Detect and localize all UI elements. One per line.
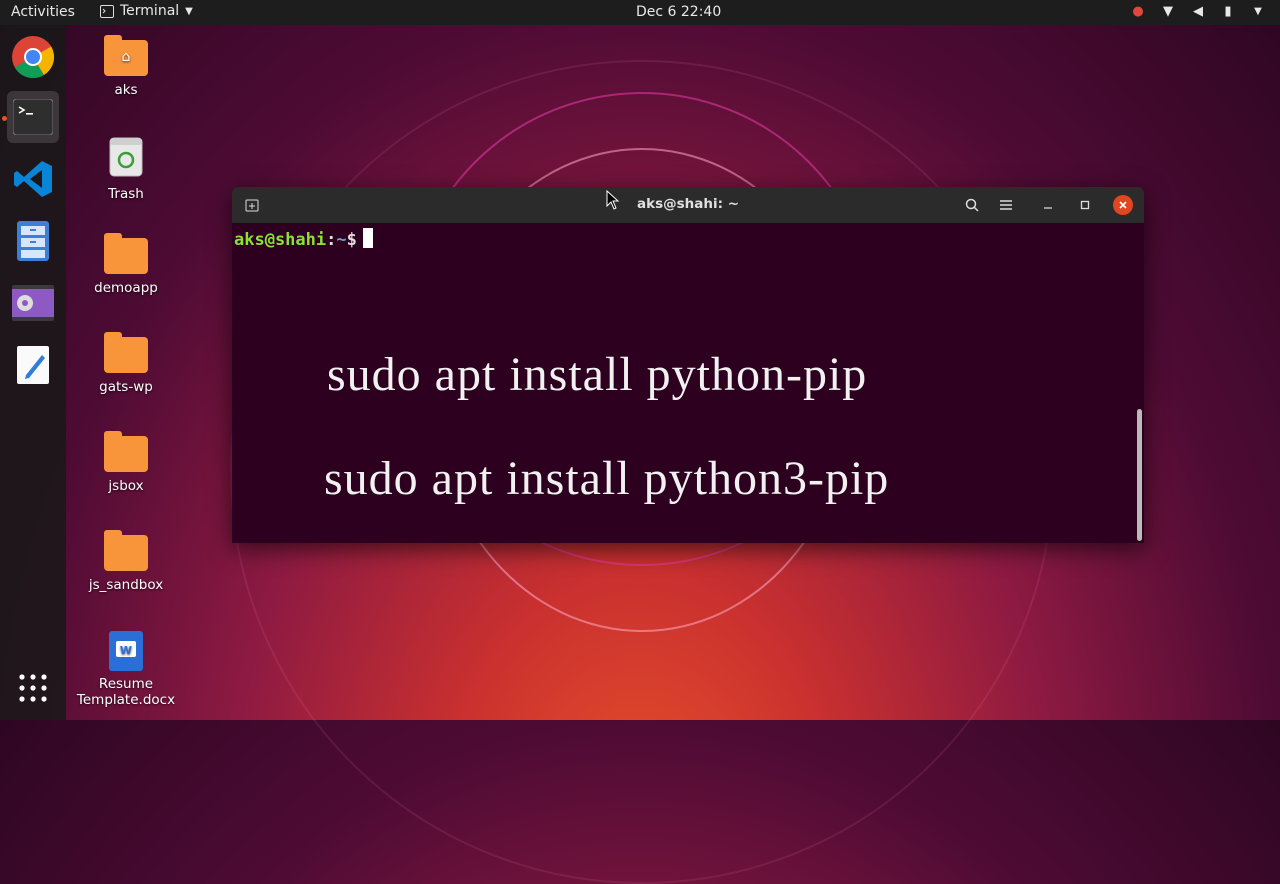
overlay-command-1: sudo apt install python-pip [327,348,868,401]
activities-button[interactable]: Activities [11,4,75,20]
close-button[interactable] [1113,195,1133,215]
chrome-icon [12,36,55,79]
minimize-button[interactable] [1037,194,1059,216]
search-icon [965,198,979,212]
desktop-icon-gats-wp[interactable]: gats-wp [76,332,176,395]
desktop-icon-label: js_sandbox [88,577,164,593]
text-editor-icon [17,346,49,384]
terminal-scrollbar[interactable] [1137,409,1142,541]
terminal-icon [13,99,53,135]
folder-icon [104,332,148,373]
close-icon [1119,201,1127,209]
dock-terminal[interactable] [7,91,59,143]
search-button[interactable] [961,194,983,216]
dock-video-player[interactable] [7,277,59,329]
wifi-icon[interactable]: ▼ [1160,4,1176,20]
chevron-down-icon[interactable]: ▼ [1250,4,1266,20]
app-menu[interactable]: Terminal ▼ [100,3,193,19]
volume-icon[interactable]: ◀ [1190,4,1206,20]
hamburger-menu-icon [1000,200,1012,210]
folder-icon [104,233,148,274]
vscode-icon [14,161,52,197]
word-document-icon: W [109,631,143,671]
desktop-icon-js-sandbox[interactable]: js_sandbox [76,530,176,593]
terminal-icon [100,4,114,18]
folder-icon [104,530,148,571]
top-bar: Activities Terminal ▼ Dec 6 22:40 ● ▼ ◀ … [0,0,1280,25]
terminal-window[interactable]: aks@shahi: ~ aks@shahi:~$ sudo apt insta… [232,187,1144,543]
system-tray[interactable]: ● ▼ ◀ ▮ ▼ [1130,4,1266,20]
clock[interactable]: Dec 6 22:40 [636,4,721,20]
dock-files[interactable] [7,215,59,267]
terminal-content[interactable]: aks@shahi:~$ sudo apt install python-pip… [232,223,1144,543]
show-applications-button[interactable] [18,673,48,703]
mouse-pointer-icon [606,190,620,210]
file-cabinet-icon [17,221,49,261]
minimize-icon [1044,207,1052,209]
desktop-icon-label: Trash [108,186,144,202]
prompt-path: ~ [336,230,347,250]
desktop-icon-home[interactable]: ⌂ aks [76,35,176,98]
home-folder-icon: ⌂ [104,35,148,76]
trash-icon [109,137,143,177]
prompt-user: aks@shahi [234,230,327,250]
dock [0,25,66,720]
video-player-icon [12,285,54,321]
dock-text-editor[interactable] [7,339,59,391]
desktop-icon-label: gats-wp [99,379,153,395]
desktop-icon-trash[interactable]: Trash [76,136,176,202]
maximize-icon [1080,200,1090,210]
desktop-icon-label: demoapp [94,280,158,296]
prompt-separator: : [326,230,337,250]
terminal-header-bar[interactable]: aks@shahi: ~ [232,187,1144,223]
app-menu-label: Terminal [120,3,180,19]
screen-record-icon[interactable]: ● [1130,4,1146,20]
desktop-icon-label: aks [114,82,138,98]
dock-vscode[interactable] [7,153,59,205]
battery-icon[interactable]: ▮ [1220,4,1236,20]
desktop-icon-label: jsbox [108,478,144,494]
folder-icon [104,431,148,472]
prompt-sign: $ [346,230,357,250]
shell-prompt: aks@shahi:~$ [234,228,373,250]
overlay-command-2: sudo apt install python3-pip [324,452,890,505]
desktop-icon-label: Resume Template.docx [76,676,176,708]
dock-chrome[interactable] [7,31,59,83]
desktop-icon-demoapp[interactable]: demoapp [76,233,176,296]
maximize-button[interactable] [1074,194,1096,216]
desktop-icon-resume[interactable]: W Resume Template.docx [76,630,176,708]
text-cursor [362,228,373,248]
desktop-icon-jsbox[interactable]: jsbox [76,431,176,494]
menu-button[interactable] [995,194,1017,216]
svg-text:W: W [120,644,132,657]
chevron-down-icon: ▼ [185,5,193,17]
grid-icon [19,674,47,702]
